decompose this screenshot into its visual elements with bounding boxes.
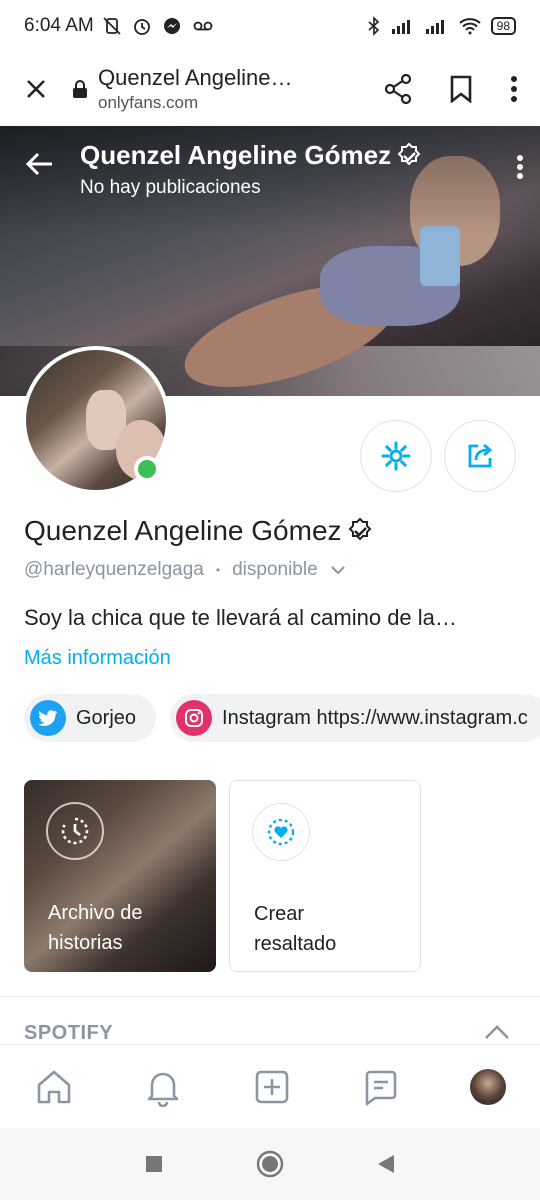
twitter-link-label: Gorjeo [76,706,137,729]
messenger-icon [163,18,180,34]
more-info-link[interactable]: Más información [24,647,171,670]
story-archive-label-line2: historias [48,932,123,954]
create-highlight-label-line2: resaltado [254,933,337,955]
status-time: 6:04 AM [24,15,94,36]
story-archive-icon [46,802,104,860]
profile-menu-button[interactable] [500,140,540,180]
settings-button[interactable] [360,420,432,492]
arrow-left-icon [26,152,52,176]
story-archive-label-line1: Archivo de [48,902,143,924]
gear-icon [381,441,411,471]
url-bar[interactable]: Quenzel Angeline… onlyfans.com [72,65,384,113]
section-divider [0,996,540,997]
chevron-up-icon[interactable] [484,1024,510,1040]
verified-icon [397,142,421,165]
share-icon[interactable] [384,74,412,104]
twitter-icon [30,700,66,736]
voicemail-icon [193,21,213,31]
messages-icon[interactable] [361,1067,401,1107]
spotify-section-title[interactable]: SPOTIFY [24,1022,113,1045]
instagram-link-chip[interactable]: Instagram https://www.instagram.c [170,694,540,742]
home-circle-icon[interactable] [256,1150,284,1178]
page-title: Quenzel Angeline… [98,65,293,90]
profile-name: Quenzel Angeline Gómez [24,515,342,546]
browser-toolbar: Quenzel Angeline… onlyfans.com [0,52,540,126]
wifi-icon [458,18,481,35]
vibrate-off-icon [103,17,121,35]
lock-icon [73,80,87,98]
bottom-navigation [0,1044,540,1128]
battery-indicator: 98 [490,17,516,35]
chevron-down-icon[interactable] [330,565,346,575]
profile-handle: @harleyquenzelgaga [24,559,204,580]
cover-profile-name: Quenzel Angeline Gómez [80,140,392,170]
add-post-icon[interactable] [252,1067,292,1107]
instagram-link-label: Instagram https://www.instagram.c [222,706,528,729]
profile-bio: Soy la chica que te llevará al camino de… [24,605,457,630]
recent-apps-icon[interactable] [144,1154,164,1174]
back-triangle-icon[interactable] [376,1153,396,1175]
page-domain: onlyfans.com [98,93,199,112]
bluetooth-icon [368,16,379,36]
more-vertical-icon [517,155,523,179]
heart-highlight-icon [252,803,310,861]
bookmark-icon[interactable] [450,75,472,103]
online-status-dot [134,456,160,482]
back-button[interactable] [0,140,80,176]
home-icon[interactable] [34,1067,74,1107]
separator-dot: • [215,563,221,577]
bell-icon[interactable] [143,1067,183,1107]
instagram-icon [176,700,213,736]
availability-status[interactable]: disponible [232,559,318,581]
signal-icon [391,20,410,34]
story-archive-card[interactable]: Archivo de historias [24,780,216,972]
share-profile-button[interactable] [444,420,516,492]
create-highlight-label-line1: Crear [254,903,305,925]
alarm-icon [133,19,150,35]
close-icon [27,80,45,98]
signal-icon-2 [425,20,444,34]
share-out-icon [468,443,493,468]
posts-status: No hay publicaciones [80,177,261,198]
create-highlight-card[interactable]: Crear resaltado [229,780,421,972]
profile-avatar[interactable] [469,1068,506,1105]
twitter-link-chip[interactable]: Gorjeo [24,694,157,742]
system-navigation [0,1128,540,1200]
status-bar: 6:04 AM 98 [0,0,540,52]
more-vertical-icon[interactable] [510,75,518,103]
close-tab-button[interactable] [0,77,72,101]
verified-icon [348,517,371,541]
